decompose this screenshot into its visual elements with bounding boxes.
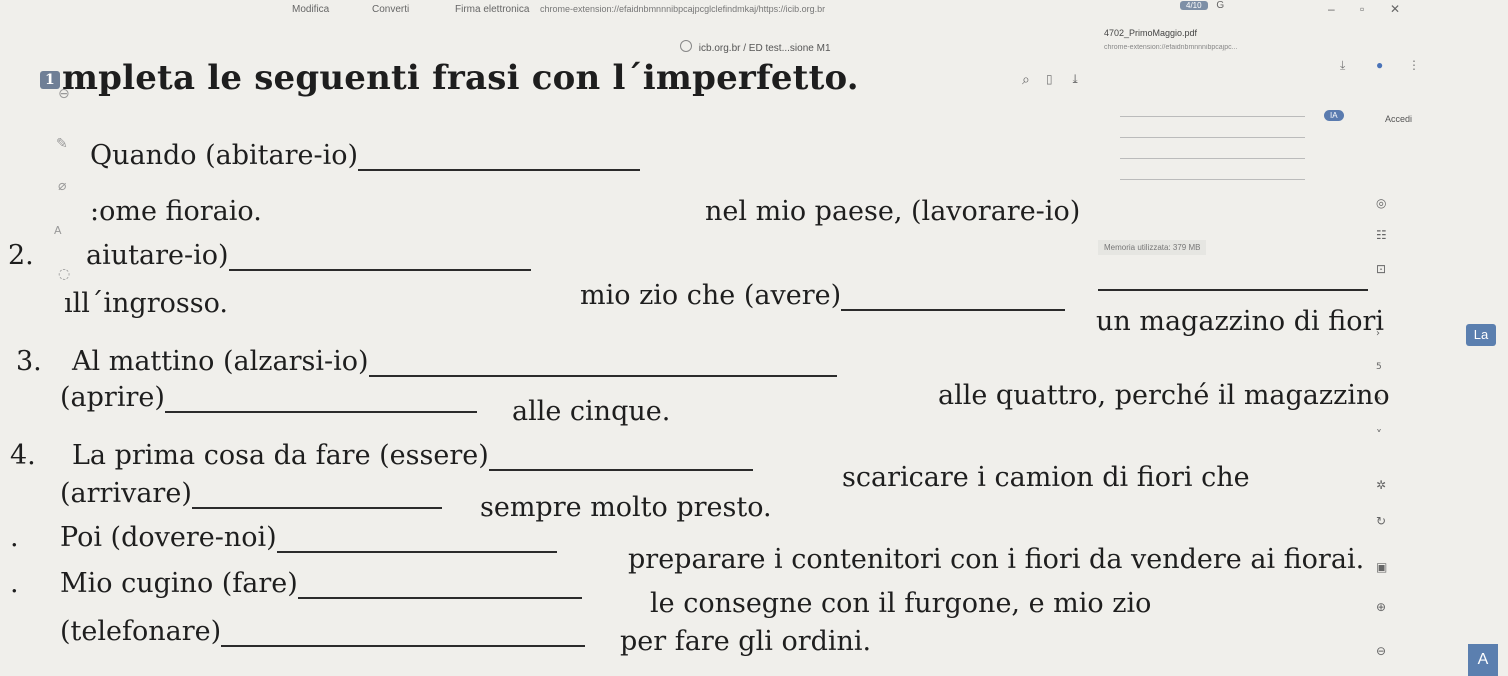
tab-strip: 4/10 G — [1180, 0, 1224, 11]
profile-icon[interactable]: ● — [1376, 58, 1383, 72]
blank-1c[interactable] — [1098, 260, 1368, 291]
sentence-6d: per fare gli ordini. — [620, 626, 872, 657]
blank-1a[interactable] — [358, 143, 641, 171]
sentence-6b: le consegne con il furgone, e mio zio — [650, 588, 1152, 619]
bookmark-item[interactable]: icb.org.br / ED test...sione M1 — [680, 40, 831, 54]
minimize-icon[interactable]: – — [1328, 2, 1335, 16]
close-icon[interactable]: ✕ — [1390, 2, 1400, 16]
sentence-1c: nel mio paese, (lavorare-io) — [705, 196, 1081, 227]
download-file-url: chrome-extension://efaidnbmnnnibpcajpc..… — [1104, 44, 1238, 51]
la-button[interactable]: La — [1466, 324, 1496, 346]
sentence-4d: sempre molto presto. — [480, 492, 772, 523]
accedi-link[interactable]: Accedi — [1385, 114, 1412, 124]
chat-icon[interactable]: ◎ — [1376, 196, 1386, 210]
sentence-2b: mio zio che (avere) — [580, 280, 1066, 311]
globe-icon — [680, 40, 692, 52]
menu-modifica[interactable]: Modifica — [292, 4, 329, 15]
sentence-2-number: 2. — [8, 240, 34, 271]
blank-3a[interactable] — [368, 349, 837, 377]
puzzle-icon[interactable]: ✲ — [1376, 478, 1386, 492]
sentence-3b: (aprire) — [60, 382, 477, 413]
sentence-2c: ıll´ingrosso. — [64, 288, 228, 319]
blank-6c[interactable] — [221, 619, 586, 647]
download-file-name[interactable]: 4702_PrimoMaggio.pdf — [1104, 28, 1197, 38]
sentence-4a: La prima cosa da fare (essere) — [72, 440, 753, 471]
menu-firma-elettronica[interactable]: Firma elettronica — [455, 4, 529, 15]
sentence-3d: alle quattro, perché il magazzino — [938, 380, 1390, 411]
more-menu-icon[interactable]: ⋮ — [1408, 58, 1420, 72]
sentence-1b: :ome fioraio. — [90, 196, 262, 227]
title-text: mpleta le seguenti frasi con l´imperfett… — [61, 58, 859, 98]
sentence-6-number: . — [10, 568, 19, 599]
refresh-icon[interactable]: ↻ — [1376, 514, 1386, 528]
pen-icon[interactable]: ✎ — [56, 136, 68, 152]
sentence-4c: (arrivare) — [60, 478, 442, 509]
page-view-icon[interactable]: ▯ — [1046, 72, 1053, 86]
tab-count-badge[interactable]: 4/10 — [1180, 1, 1208, 10]
blank-6a[interactable] — [297, 571, 582, 599]
side-panel-lines — [1120, 96, 1305, 200]
eraser-icon[interactable]: ⌀ — [58, 178, 66, 194]
zoom-out-icon[interactable]: ⊖ — [1376, 644, 1386, 658]
sentence-2d: un magazzino di fiori — [1096, 306, 1385, 337]
sentence-5-number: . — [10, 522, 19, 553]
zoom-in-icon[interactable]: ⊕ — [1376, 600, 1386, 614]
blank-3b[interactable] — [164, 385, 477, 413]
browser-chrome: Modifica Converti Firma elettronica chro… — [0, 0, 1508, 72]
address-bar[interactable]: chrome-extension://efaidnbmnnnibpcajpcgl… — [540, 4, 1100, 14]
chevron-down-icon[interactable]: ˅ — [1376, 428, 1382, 442]
ia-badge[interactable]: IA — [1324, 110, 1344, 121]
lock-icon[interactable]: ⊡ — [1376, 262, 1386, 276]
sentence-1a: Quando (abitare-io) — [90, 140, 641, 171]
sentence-5a: Poi (dovere-noi) — [60, 522, 557, 553]
grid-icon[interactable]: ☷ — [1376, 228, 1387, 242]
page-icon[interactable]: ▣ — [1376, 560, 1387, 574]
memory-usage-label: Memoria utilizzata: 379 MB — [1098, 240, 1207, 255]
blank-4a[interactable] — [488, 443, 753, 471]
text-tool-icon[interactable]: A — [54, 224, 62, 237]
save-icon[interactable]: ⤓ — [1070, 72, 1080, 86]
google-icon[interactable]: G — [1216, 0, 1224, 11]
sentence-3c: alle cinque. — [512, 396, 671, 427]
sentence-5b: preparare i contenitori con i fiori da v… — [628, 544, 1365, 575]
blank-5a[interactable] — [276, 525, 557, 553]
sentence-4-number: 4. — [10, 440, 36, 471]
sentence-2a: aiutare-io) — [86, 240, 531, 271]
title-number-badge: 1 — [40, 71, 60, 89]
blank-2b[interactable] — [841, 283, 1066, 311]
sentence-6c: (telefonare) — [60, 616, 586, 647]
blank-4c[interactable] — [191, 481, 442, 509]
page-number: 5 — [1376, 362, 1382, 372]
menu-converti[interactable]: Converti — [372, 4, 409, 15]
maximize-icon[interactable]: ▫ — [1360, 2, 1364, 16]
sentence-6a: Mio cugino (fare) — [60, 568, 582, 599]
sentence-3a: Al mattino (alzarsi-io) — [72, 346, 837, 377]
sentence-3-number: 3. — [16, 346, 42, 377]
bookmark-label: icb.org.br / ED test...sione M1 — [698, 43, 831, 54]
search-icon[interactable]: ⌕ — [1022, 72, 1030, 88]
shape-icon[interactable]: ◌ — [58, 266, 70, 282]
blank-2a[interactable] — [228, 243, 531, 271]
sentence-4b: scaricare i camion di fiori che — [842, 462, 1250, 493]
a-button[interactable]: A — [1468, 644, 1498, 676]
exercise-title: 1 mpleta le seguenti frasi con l´imperfet… — [40, 58, 859, 98]
download-icon[interactable]: ⤓ — [1340, 58, 1345, 73]
